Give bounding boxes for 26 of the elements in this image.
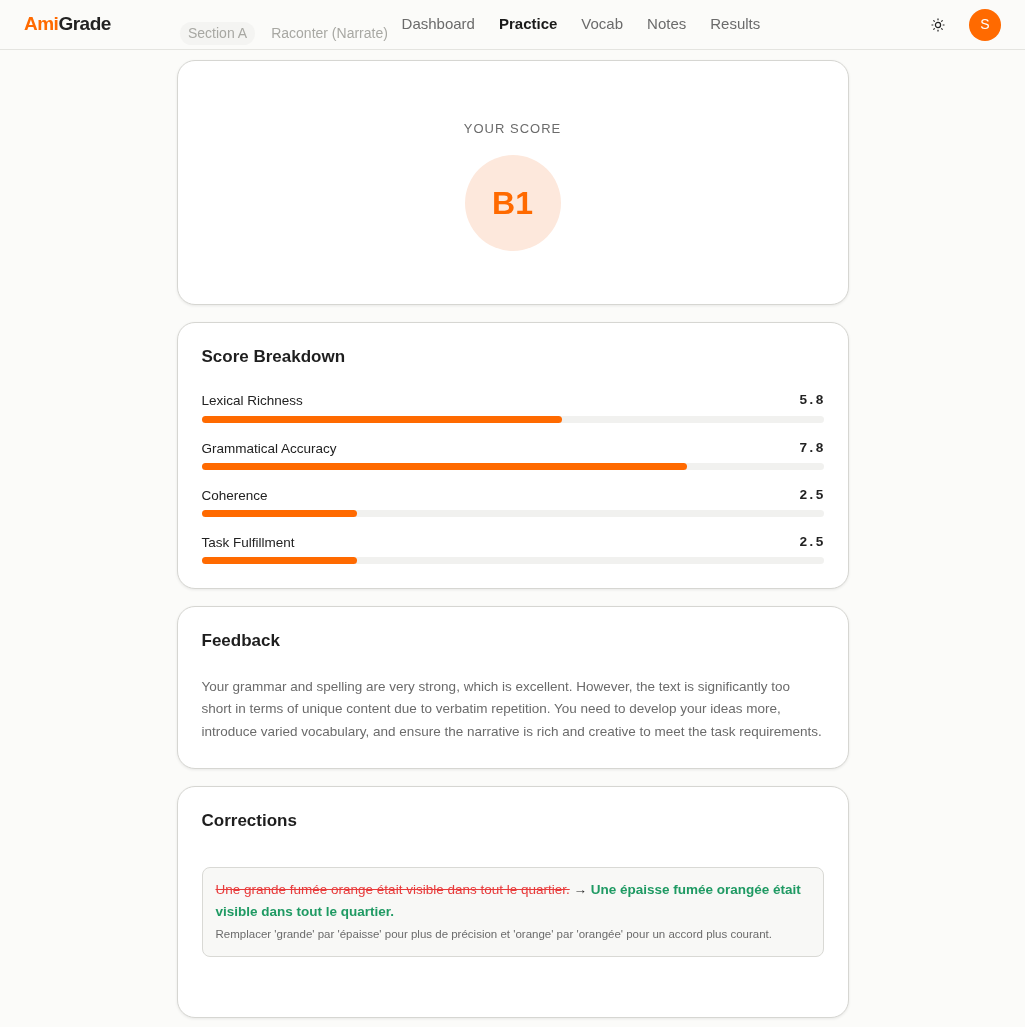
criterion-label: Lexical Richness bbox=[201, 392, 303, 411]
brand-logo[interactable]: AmiGrade bbox=[24, 10, 111, 39]
correction-explanation: Remplacer 'grande' par 'épaisse' pour plus de précision et 'orange' par 'orangée' pour un accord plus courant. bbox=[215, 927, 773, 943]
page-title: Raconter (Narrate) bbox=[271, 24, 388, 43]
sun-icon[interactable] bbox=[931, 17, 945, 32]
criterion-label: Grammatical Accuracy bbox=[201, 439, 337, 458]
section-title: Corrections bbox=[201, 810, 298, 832]
criterion-label: Task Fulfillment bbox=[201, 534, 295, 553]
nav-link-tab[interactable]: Practice bbox=[498, 13, 558, 36]
score-value: 2.5 bbox=[799, 534, 824, 553]
score-value: 5.8 bbox=[799, 392, 824, 411]
section-tag: Section A bbox=[180, 22, 256, 45]
user-avatar[interactable]: S bbox=[969, 8, 1001, 41]
score-value: 2.5 bbox=[799, 486, 824, 505]
criterion-label: Coherence bbox=[201, 486, 268, 505]
nav-link-tab[interactable]: Vocab bbox=[581, 13, 624, 36]
feedback-text: Your grammar and spelling are very strong, which is excellent. However, the text is significantly too short in terms of unique content due to verbatim repetition. You need to develop your ideas more, introduce varied vocabulary, and ensure the narrative is rich and creative to meet the task requirements. bbox=[201, 677, 823, 742]
nav-link-tab[interactable]: Dashboard bbox=[401, 13, 475, 36]
grade-badge: B1 bbox=[464, 154, 561, 251]
score-value: 7.8 bbox=[799, 439, 824, 458]
nav-link-tab[interactable]: Results bbox=[710, 13, 761, 36]
section-title: Score Breakdown bbox=[201, 347, 347, 368]
correction-sentence: Une grande fumée orange était visible dans tout le quartier. → Une épaisse fumée orangée était visible dans tout le quartier. bbox=[215, 881, 802, 921]
score-label: YOUR SCORE bbox=[463, 120, 562, 138]
section-title: Feedback bbox=[201, 631, 281, 652]
nav-link-tab[interactable]: Notes bbox=[647, 13, 687, 36]
